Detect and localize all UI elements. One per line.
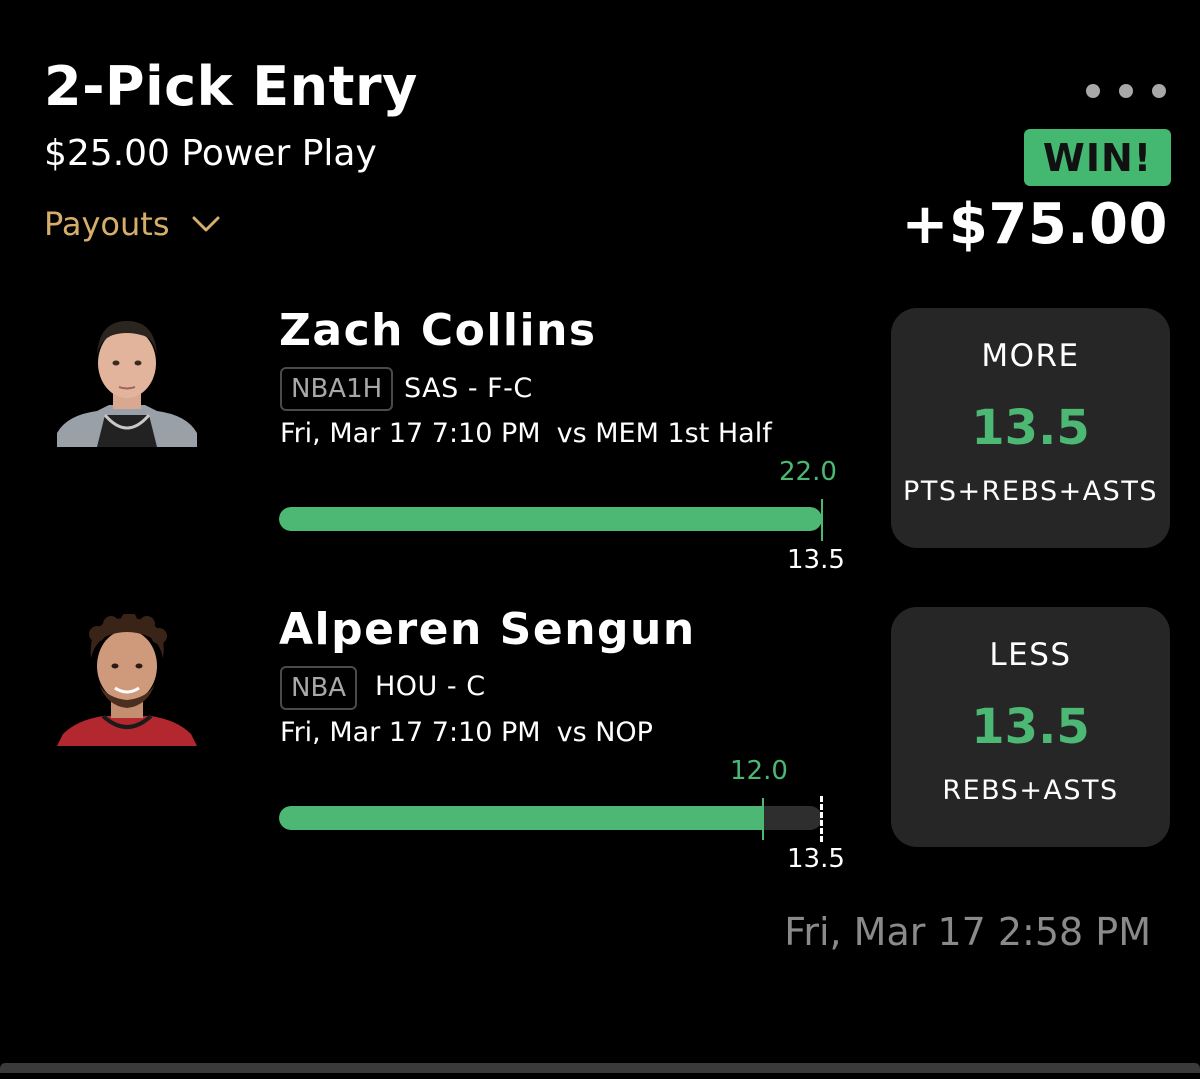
- actual-marker: [762, 798, 764, 840]
- more-options-icon[interactable]: [1086, 82, 1166, 100]
- game-time: Fri, Mar 17 7:10 PM: [280, 418, 541, 449]
- pick-stat: PTS+REBS+ASTS: [903, 476, 1158, 507]
- entry-title: 2-Pick Entry: [44, 55, 418, 118]
- entry-card: 2-Pick Entry $25.00 Power Play Payouts W…: [0, 0, 1200, 1079]
- opponent: vs NOP: [556, 717, 653, 748]
- progress-bar: [279, 806, 822, 830]
- league-tag: NBA1H: [280, 367, 394, 411]
- actual-value: 22.0: [779, 457, 837, 487]
- line-value: 13.5: [787, 545, 845, 575]
- player-headshot-icon: [57, 614, 197, 746]
- win-amount: +$75.00: [901, 192, 1168, 257]
- progress-fill: [279, 507, 822, 531]
- game-info: Fri, Mar 17 7:10 PM vs MEM 1st Half: [280, 414, 772, 454]
- pick-line: 13.5: [971, 400, 1090, 456]
- player-avatar: [57, 614, 197, 746]
- team-position: HOU - C: [375, 671, 486, 702]
- dot: [1152, 84, 1166, 98]
- line-marker: [820, 796, 823, 842]
- actual-marker: [821, 499, 823, 541]
- league-tag: NBA: [280, 666, 358, 710]
- player-headshot-icon: [57, 315, 197, 447]
- dot: [1119, 84, 1133, 98]
- dot: [1086, 84, 1100, 98]
- team-position: SAS - F-C: [404, 373, 533, 404]
- game-info: Fri, Mar 17 7:10 PM vs NOP: [280, 713, 653, 753]
- progress-fill: [279, 806, 762, 830]
- progress-bar: [279, 507, 822, 531]
- game-time: Fri, Mar 17 7:10 PM: [280, 717, 541, 748]
- pick-card[interactable]: MORE 13.5 PTS+REBS+ASTS: [891, 308, 1170, 548]
- opponent: vs MEM 1st Half: [556, 418, 772, 449]
- player-name: Zach Collins: [279, 305, 597, 356]
- player-name: Alperen Sengun: [279, 604, 696, 655]
- chevron-down-icon: [192, 216, 220, 232]
- win-badge: WIN!: [1024, 129, 1171, 186]
- bottom-edge: [0, 1063, 1200, 1073]
- entry-timestamp: Fri, Mar 17 2:58 PM: [784, 910, 1151, 954]
- pick-card[interactable]: LESS 13.5 REBS+ASTS: [891, 607, 1170, 847]
- entry-subtitle: $25.00 Power Play: [44, 133, 377, 174]
- payouts-dropdown[interactable]: Payouts: [44, 200, 221, 248]
- pick-direction: MORE: [981, 338, 1080, 374]
- player-avatar: [57, 315, 197, 447]
- payouts-label: Payouts: [44, 205, 170, 243]
- pick-stat: REBS+ASTS: [942, 775, 1119, 806]
- pick-line: 13.5: [971, 699, 1090, 755]
- actual-value: 12.0: [730, 756, 788, 786]
- line-value: 13.5: [787, 844, 845, 874]
- pick-direction: LESS: [989, 637, 1072, 673]
